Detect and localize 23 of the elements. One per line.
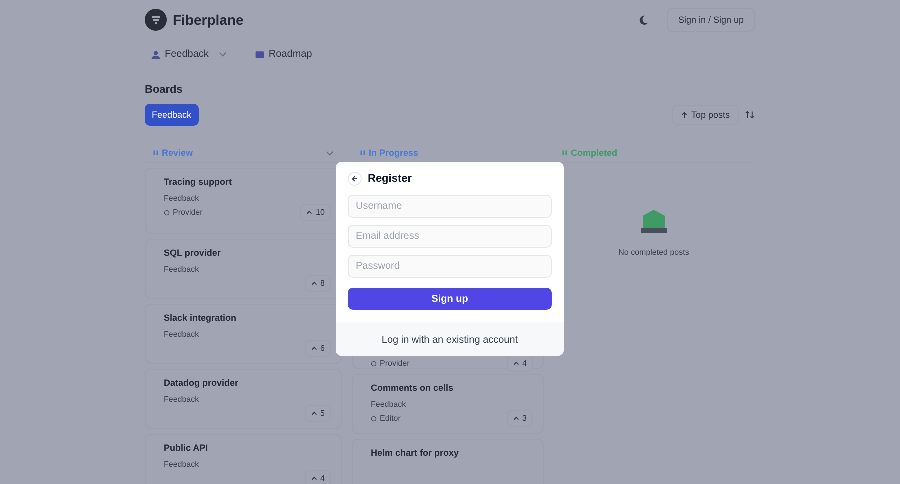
empty-message: No completed posts (618, 248, 690, 257)
post-board: Feedback (371, 400, 408, 409)
post-title: Datadog provider (164, 378, 240, 388)
post-tag: Editor (380, 414, 401, 423)
post-board: Feedback (164, 395, 200, 404)
dialog-title: Register (368, 173, 412, 185)
post-title: SQL provider (164, 248, 222, 258)
post-title: Tracing support (164, 177, 234, 187)
column-title: Review (162, 148, 194, 158)
boards-heading: Boards (145, 84, 184, 96)
post-tag: Provider (380, 359, 410, 368)
column-title: In Progress (369, 148, 419, 158)
post-board: Feedback (164, 330, 200, 339)
post-title: Helm chart for proxy (371, 448, 460, 458)
post-board: Feedback (164, 460, 200, 469)
column-title: Completed (571, 148, 618, 158)
brand-name: Fiberplane (173, 12, 244, 28)
post-tag: Provider (173, 208, 203, 217)
post-title: Comments on cells (371, 383, 455, 393)
post-board: Feedback (164, 265, 200, 274)
post-title: Slack integration (164, 313, 238, 323)
post-board: Feedback (164, 194, 200, 203)
post-title: Public API (164, 443, 210, 453)
